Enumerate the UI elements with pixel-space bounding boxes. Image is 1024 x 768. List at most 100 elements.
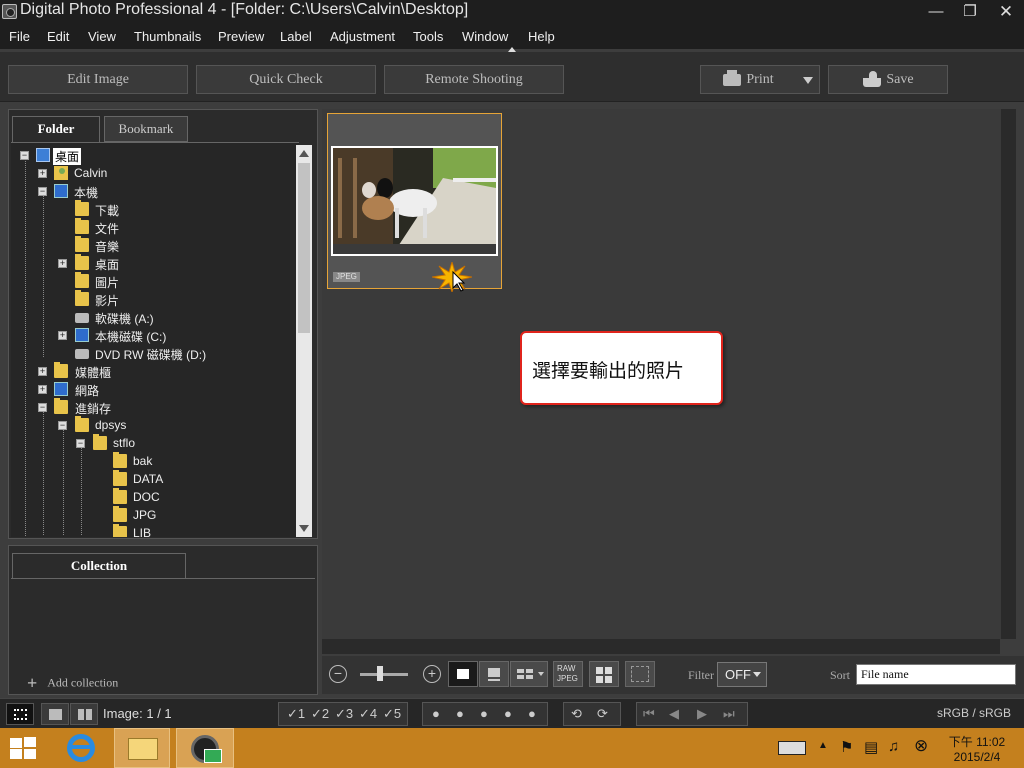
tab-collection[interactable]: Collection <box>12 553 186 579</box>
flag-icon[interactable]: ⚑ <box>840 738 853 756</box>
rating-3-button[interactable]: ✓3 <box>335 706 353 722</box>
raw-jpeg-toggle[interactable]: RAW JPEG <box>553 661 583 687</box>
star-dot[interactable]: ● <box>432 706 440 721</box>
tray-expand-icon[interactable]: ▲ <box>818 740 828 751</box>
save-button[interactable]: Save <box>828 65 948 94</box>
tab-folder[interactable]: Folder <box>12 116 100 142</box>
scroll-thumb[interactable] <box>298 163 310 333</box>
edit-image-button[interactable]: Edit Image <box>8 65 188 94</box>
menu-file[interactable]: File <box>9 29 30 44</box>
sort-label: Sort <box>830 668 851 682</box>
folder-icon <box>75 200 89 216</box>
minimize-icon[interactable]: — <box>918 0 954 24</box>
main-horizontal-scrollbar[interactable] <box>322 639 1000 654</box>
folder-icon <box>75 290 89 306</box>
scroll-up-icon[interactable] <box>299 150 309 157</box>
menu-edit[interactable]: Edit <box>47 29 69 44</box>
filter-select[interactable]: OFF <box>717 662 767 687</box>
view-preview-button[interactable] <box>479 661 509 687</box>
filter-label: Filter <box>688 668 714 682</box>
folder-icon <box>93 434 107 450</box>
menu-view[interactable]: View <box>88 29 116 44</box>
zoom-in-icon[interactable]: + <box>423 665 441 683</box>
print-dropdown-icon[interactable] <box>803 77 813 84</box>
rating-4-button[interactable]: ✓4 <box>359 706 377 722</box>
close-icon[interactable]: ✕ <box>988 0 1024 24</box>
sort-select[interactable]: File name <box>856 664 1016 685</box>
main-vertical-scrollbar[interactable] <box>1001 109 1016 639</box>
clock-time[interactable]: 下午 11:02 <box>944 733 1010 750</box>
quick-check-button[interactable]: Quick Check <box>196 65 376 94</box>
menu-adjustment[interactable]: Adjustment <box>330 29 395 44</box>
scroll-down-icon[interactable] <box>299 525 309 532</box>
menu-bar: File Edit View Thumbnails Preview Label … <box>0 24 1024 49</box>
photo-thumbnail[interactable] <box>331 146 498 256</box>
keyboard-icon[interactable] <box>778 741 806 755</box>
last-image-icon[interactable]: ⏭ <box>723 706 735 722</box>
print-label: Print <box>746 72 774 87</box>
menu-label[interactable]: Label <box>280 29 312 44</box>
split-layout-button[interactable] <box>70 703 98 725</box>
navigation-group: ⏮ ◀ ▶ ⏭ <box>636 702 748 726</box>
add-collection-button[interactable]: + Add collection <box>27 673 118 694</box>
folder-icon <box>75 254 89 270</box>
close-circle-icon[interactable]: ⊗ <box>914 736 928 756</box>
grid-dotted-button[interactable] <box>625 661 655 687</box>
star-dot[interactable]: ● <box>480 706 488 721</box>
star-dot[interactable]: ● <box>456 706 464 721</box>
folder-icon <box>113 524 127 537</box>
print-button[interactable]: Print <box>700 65 820 94</box>
star-dot[interactable]: ● <box>528 706 536 721</box>
color-space: sRGB / sRGB <box>937 706 1012 720</box>
rating-5-button[interactable]: ✓5 <box>383 706 401 722</box>
grid-layout-button[interactable] <box>6 703 34 725</box>
network-icon[interactable]: ▤ <box>864 738 878 756</box>
rating-1-button[interactable]: ✓1 <box>287 706 305 722</box>
tab-bookmark[interactable]: Bookmark <box>104 116 188 142</box>
first-image-icon[interactable]: ⏮ <box>643 706 655 722</box>
folder-icon <box>113 488 127 504</box>
zoom-slider-handle[interactable] <box>377 666 383 681</box>
folder-icon <box>113 452 127 468</box>
zoom-out-icon[interactable]: − <box>329 665 347 683</box>
folder-icon <box>75 416 89 432</box>
volume-icon[interactable]: ♫ <box>888 738 899 755</box>
start-button[interactable] <box>0 728 52 768</box>
network-icon <box>54 382 68 396</box>
menu-window[interactable]: Window <box>462 29 508 44</box>
zoom-slider[interactable] <box>360 673 408 676</box>
view-large-thumbnail-button[interactable] <box>448 661 478 687</box>
tree-scrollbar[interactable] <box>296 145 312 537</box>
desktop-icon <box>36 148 50 162</box>
rotate-left-icon[interactable]: ⟲ <box>571 706 582 722</box>
menu-help[interactable]: Help <box>528 29 555 44</box>
ie-icon[interactable] <box>58 728 106 768</box>
single-layout-button[interactable] <box>41 703 69 725</box>
toolbar: Edit Image Quick Check Remote Shooting P… <box>0 52 1024 102</box>
app-icon <box>2 4 17 19</box>
next-image-icon[interactable]: ▶ <box>697 706 707 722</box>
dpp-icon[interactable] <box>176 728 234 768</box>
previous-image-icon[interactable]: ◀ <box>669 706 679 722</box>
goat-photo <box>333 148 496 254</box>
rating-2-button[interactable]: ✓2 <box>311 706 329 722</box>
menu-thumbnails[interactable]: Thumbnails <box>134 29 201 44</box>
menu-preview[interactable]: Preview <box>218 29 264 44</box>
maximize-icon[interactable]: ❐ <box>952 0 988 24</box>
folder-icon <box>75 218 89 234</box>
rotate-right-icon[interactable]: ⟳ <box>597 706 608 722</box>
thumbnail-card[interactable]: JPEG <box>327 113 502 292</box>
remote-shooting-button[interactable]: Remote Shooting <box>384 65 564 94</box>
window-title: Digital Photo Professional 4 - [Folder: … <box>20 1 469 18</box>
taskbar: ▲ ⚑ ▤ ♫ ⊗ 下午 11:02 2015/2/4 <box>0 728 1024 768</box>
folder-icon <box>113 470 127 486</box>
click-burst-icon <box>432 262 472 292</box>
explorer-icon[interactable] <box>114 728 170 768</box>
menu-tools[interactable]: Tools <box>413 29 443 44</box>
view-list-dropdown[interactable] <box>510 661 548 687</box>
star-dot[interactable]: ● <box>504 706 512 721</box>
grid-view-button[interactable] <box>589 661 619 687</box>
jpeg-badge: JPEG <box>333 272 360 282</box>
folder-icon <box>54 398 68 414</box>
clock-date[interactable]: 2015/2/4 <box>944 750 1010 764</box>
